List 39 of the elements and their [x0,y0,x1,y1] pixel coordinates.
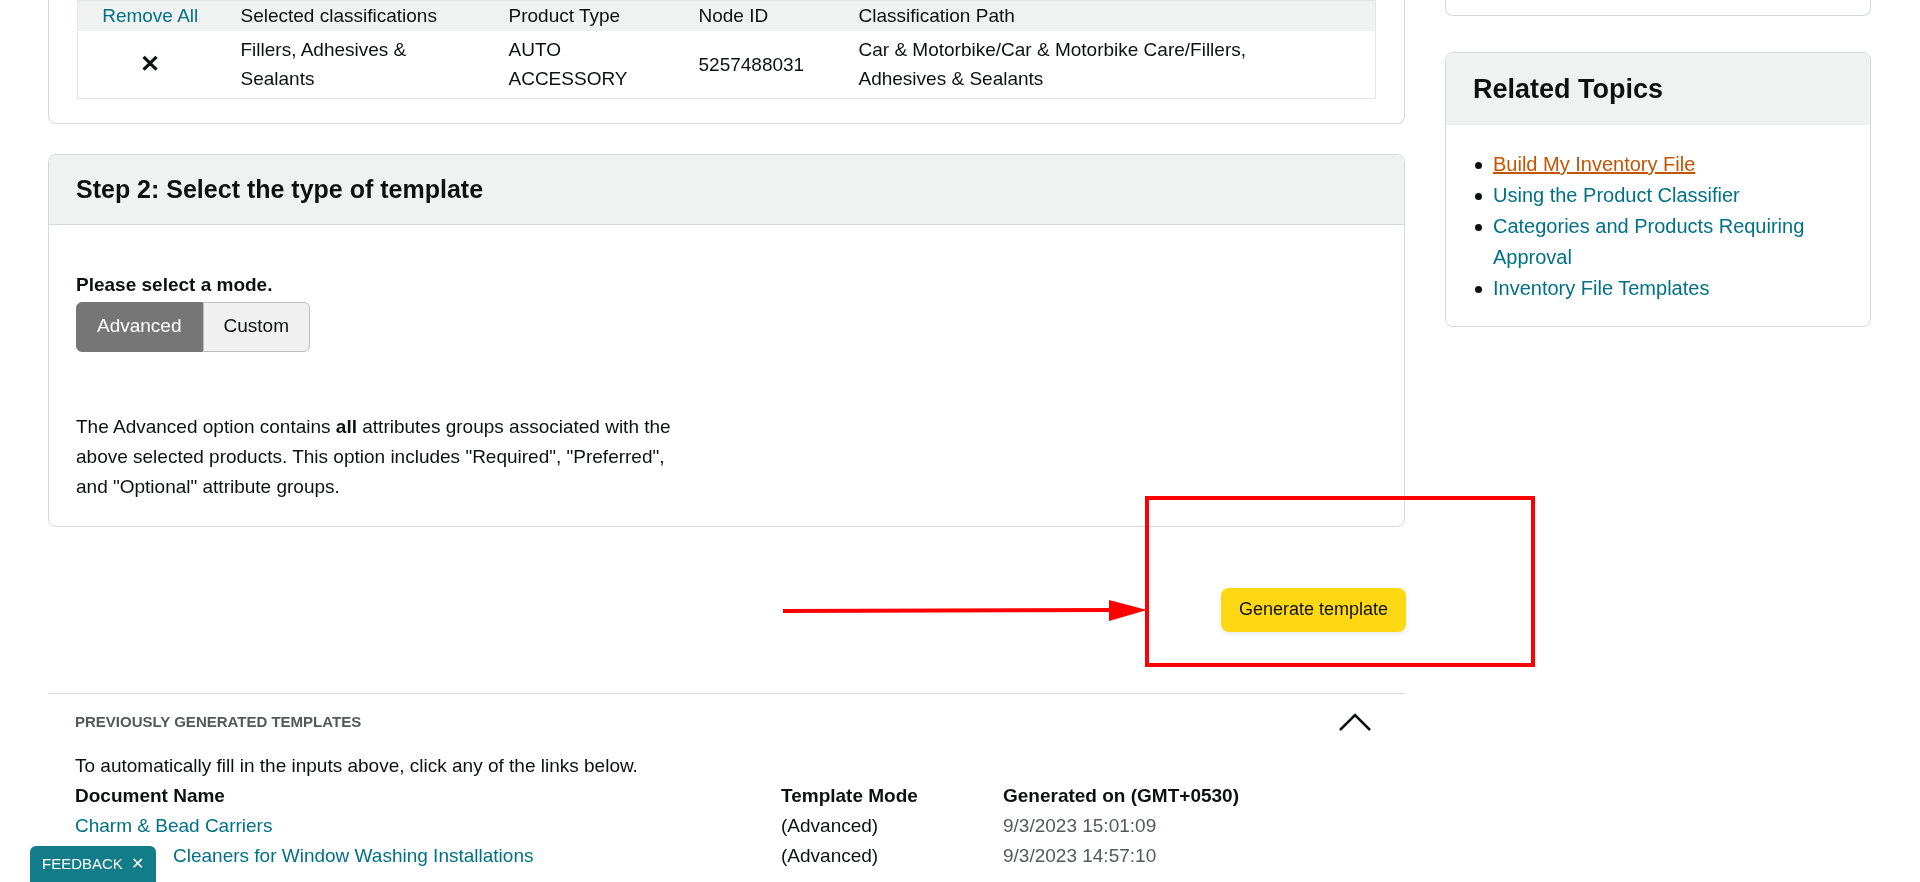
close-icon[interactable]: ✕ [130,852,144,876]
related-topic-link[interactable]: Categories and Products Requiring Approval [1493,211,1841,273]
instructions-text: To automatically fill in the inputs above, click any of the links below. [75,754,639,778]
feedback-button[interactable]: FEEDBACK ✕ [30,846,156,882]
remove-all-link[interactable]: Remove All [102,5,199,27]
generate-template-button[interactable]: Generate template [1220,587,1406,632]
column-header: Template Mode [781,784,919,808]
related-topics-title: Related Topics [1473,72,1664,106]
bullet-icon [1475,193,1482,200]
table-cell-text: 9/3/2023 14:57:10 [1003,844,1158,868]
related-topic-link[interactable]: Build My Inventory File [1493,149,1696,180]
remove-button[interactable]: ✕ [140,48,161,78]
mode-tab[interactable]: Custom [202,301,310,352]
step-title: Step 2: Select the type of template [76,173,484,205]
document-link[interactable]: Charm & Bead Carriers [75,815,273,836]
bullet-icon [1475,286,1482,293]
collapse-chevron-icon[interactable] [1338,711,1372,732]
column-header: Generated on (GMT+0530) [1003,784,1240,808]
column-header: Classification Path [840,0,1376,31]
section-title: PREVIOUSLY GENERATED TEMPLATES [75,711,362,732]
table-cell: 5257488031 [698,53,805,75]
bullet-icon [1475,162,1482,169]
table-cell-text: 9/3/2023 15:01:09 [1003,814,1158,838]
table-cell: AUTO ACCESSORY [508,39,628,90]
column-header: Selected classifications [222,0,491,31]
mode-label: Please select a mode. [76,273,274,297]
document-link[interactable]: Cleaners for Window Washing Installations [173,845,534,866]
table-cell-text: (Advanced) [781,844,880,868]
table-cell-text: Car & Motorbike/Car & Motorbike Care/Fillers, Adhesives & Sealants [858,38,1247,92]
column-header: Product Type [490,0,681,31]
bullet-icon [1475,224,1482,231]
table-cell-text: (Advanced) [781,814,880,838]
related-topic-link[interactable]: Inventory File Templates [1493,273,1710,304]
mode-tab[interactable]: Advanced [76,301,203,352]
column-header: Document Name [75,784,226,808]
mode-description: The Advanced option contains all attributes groups associated with the above selected products. This option includes "Required", "Preferred", and "Optional" attribute groups. [76,414,672,499]
column-header: Node ID [680,0,841,31]
related-topic-link[interactable]: Using the Product Classifier [1493,180,1740,211]
table-cell: Fillers, Adhesives & Sealants [240,39,407,90]
